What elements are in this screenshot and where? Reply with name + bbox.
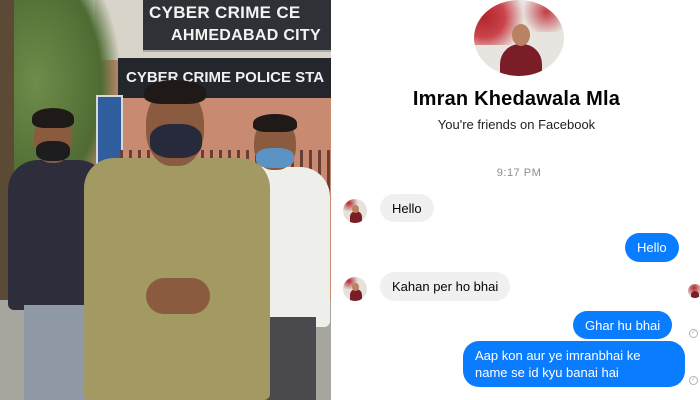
messenger-chat-panel: Imran Khedawala Mla You're friends on Fa… <box>333 0 700 400</box>
person-left-mask <box>36 141 70 161</box>
signboard-line-1: CYBER CRIME CE <box>149 3 301 22</box>
sender-avatar[interactable] <box>343 199 367 223</box>
person-center <box>84 80 270 400</box>
check-circle-icon: ✓ <box>689 376 698 385</box>
sender-avatar[interactable] <box>343 277 367 301</box>
profile-avatar[interactable] <box>474 0 564 76</box>
person-center-hair <box>144 80 206 104</box>
avatar-face <box>512 24 530 46</box>
person-left-hair <box>32 108 74 128</box>
message-bubble-outgoing[interactable]: Hello <box>625 233 679 262</box>
signboard-line-2: AHMEDABAD CITY <box>171 27 321 44</box>
check-circle-icon: ✓ <box>689 329 698 338</box>
message-timestamp: 9:17 PM <box>496 167 542 179</box>
message-bubble-outgoing[interactable]: Aap kon aur ye imranbhai ke name se id k… <box>463 341 685 387</box>
contact-name[interactable]: Imran Khedawala Mla <box>333 88 700 111</box>
message-bubble-incoming[interactable]: Kahan per ho bhai <box>380 272 511 301</box>
avatar-body <box>500 44 542 76</box>
person-center-mask <box>150 124 202 158</box>
person-center-clasped-hands <box>146 278 210 314</box>
news-photo: CYBER CRIME CE AHMEDABAD CITY CYBER CRIM… <box>0 0 333 400</box>
person-left-jeans <box>24 305 92 400</box>
friends-status: You're friends on Facebook <box>437 117 596 132</box>
cyber-crime-signboard: CYBER CRIME CE AHMEDABAD CITY <box>143 0 333 52</box>
message-bubble-incoming[interactable]: Hello <box>380 194 434 222</box>
message-bubble-outgoing[interactable]: Ghar hu bhai <box>573 311 673 339</box>
seen-by-avatar <box>688 284 700 298</box>
